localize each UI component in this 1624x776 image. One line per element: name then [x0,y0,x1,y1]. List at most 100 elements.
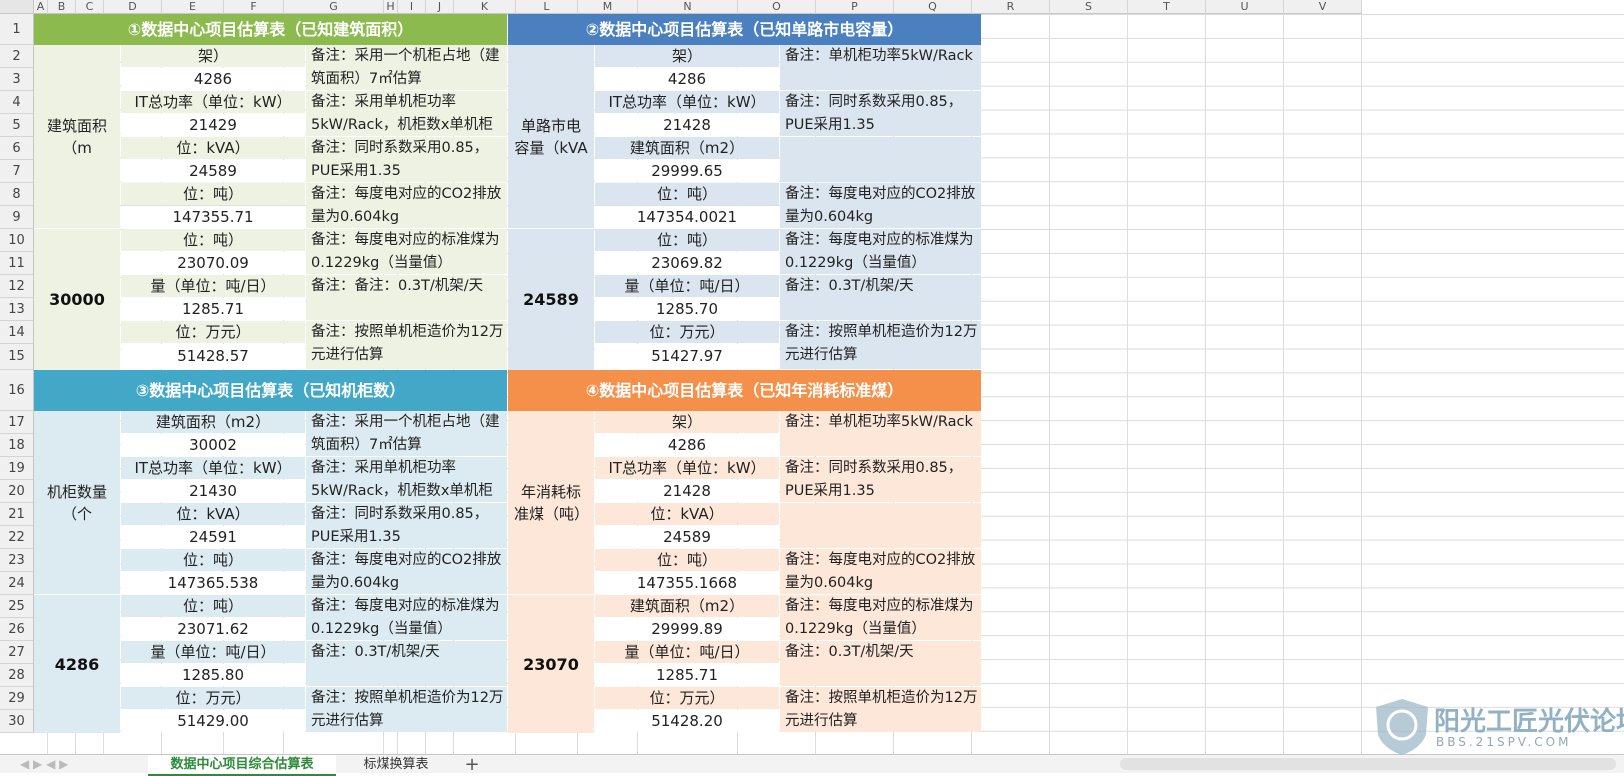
t2-row-value[interactable]: 29999.65 [595,160,779,182]
t1-row-value[interactable]: 4286 [121,68,305,90]
t1-row-value[interactable]: 1285.71 [121,298,305,320]
column-header-e[interactable]: E [162,0,224,14]
t3-row-note[interactable]: 备注：采用一个机柜占地（建筑面积）7㎡估算 [306,411,507,456]
t2-row-label[interactable]: 架） [595,45,779,67]
select-all-corner[interactable] [0,0,34,14]
t3-row-value[interactable]: 30002 [121,434,305,456]
column-header-k[interactable]: K [454,0,516,14]
column-header-u[interactable]: U [1206,0,1284,14]
t3-row-value[interactable]: 24591 [121,526,305,548]
t2-row-value[interactable]: 51427.97 [595,344,779,369]
column-header-d[interactable]: D [104,0,162,14]
row-header-22[interactable]: 22 [0,526,34,549]
t3-row-label[interactable]: 建筑面积（m2） [121,411,305,433]
t3-row-value[interactable]: 51429.00 [121,710,305,732]
t1-row-label[interactable]: 位：kVA） [121,137,305,159]
t4-row-label[interactable]: 位：吨） [595,549,779,571]
t3-row-label[interactable]: 量（单位：吨/日） [121,641,305,663]
row-header-19[interactable]: 19 [0,457,34,480]
t1-row-label[interactable]: 位：吨） [121,229,305,251]
t4-row-value[interactable]: 51428.20 [595,710,779,732]
t4-row-value[interactable]: 4286 [595,434,779,456]
t4-left-value[interactable]: 23070 [508,595,594,733]
row-header-9[interactable]: 9 [0,206,34,229]
row-header-23[interactable]: 23 [0,549,34,572]
t2-row-label[interactable]: 位：万元） [595,321,779,343]
row-header-11[interactable]: 11 [0,252,34,275]
column-header-n[interactable]: N [638,0,738,14]
t3-row-note[interactable]: 备注：按照单机柜造价为12万元进行估算 [306,687,507,732]
t1-row-label[interactable]: 位：万元） [121,321,305,343]
t4-row-value[interactable]: 29999.89 [595,618,779,640]
row-header-6[interactable]: 6 [0,137,34,160]
t4-row-label[interactable]: 建筑面积（m2） [595,595,779,617]
t4-row-label[interactable]: 量（单位：吨/日） [595,641,779,663]
t2-left-label[interactable]: 单路市电容量（kVA [508,45,594,229]
column-header-i[interactable]: I [398,0,426,14]
row-header-18[interactable]: 18 [0,434,34,457]
row-header-10[interactable]: 10 [0,229,34,252]
t4-row-note[interactable]: 备注：单机柜功率5kW/Rack [780,411,981,456]
t2-left-value[interactable]: 24589 [508,229,594,370]
tab-sheet-coal[interactable]: 标煤换算表 [338,755,454,774]
t3-left-value[interactable]: 4286 [34,595,120,733]
t2-row-value[interactable]: 4286 [595,68,779,90]
add-sheet-button[interactable]: + [460,755,484,774]
t2-row-note[interactable]: 备注：按照单机柜造价为12万元进行估算 [780,321,981,369]
row-header-28[interactable]: 28 [0,664,34,687]
column-header-b[interactable]: B [48,0,76,14]
t1-row-label[interactable]: 位：吨） [121,183,305,205]
column-header-v[interactable]: V [1284,0,1362,14]
row-header-7[interactable]: 7 [0,160,34,183]
column-header-t[interactable]: T [1128,0,1206,14]
t2-row-value[interactable]: 21428 [595,114,779,136]
t3-row-note[interactable]: 备注：每度电对应的标准煤为0.1229kg（当量值） [306,595,507,640]
row-header-5[interactable]: 5 [0,114,34,137]
column-header-a[interactable]: A [34,0,48,14]
t2-row-label[interactable]: 位：吨） [595,183,779,205]
t1-row-label[interactable]: IT总功率（单位：kW） [121,91,305,113]
t4-row-note[interactable]: 备注：每度电对应的标准煤为0.1229kg（当量值） [780,595,981,640]
t3-row-value[interactable]: 23071.62 [121,618,305,640]
row-header-25[interactable]: 25 [0,595,34,618]
t4-left-label[interactable]: 年消耗标准煤（吨） [508,411,594,595]
t2-row-note[interactable]: 备注：单机柜功率5kW/Rack [780,45,981,90]
t4-row-label[interactable]: 位：万元） [595,687,779,709]
t1-row-value[interactable]: 24589 [121,160,305,182]
t3-left-label[interactable]: 机柜数量（个 [34,411,120,595]
t3-row-value[interactable]: 147365.538 [121,572,305,594]
t4-row-label[interactable]: 架） [595,411,779,433]
column-header-g[interactable]: G [284,0,384,14]
t1-row-note[interactable]: 备注：每度电对应的标准煤为0.1229kg（当量值） [306,229,507,274]
column-header-o[interactable]: O [738,0,816,14]
row-header-24[interactable]: 24 [0,572,34,595]
t4-row-value[interactable]: 24589 [595,526,779,548]
column-header-l[interactable]: L [516,0,578,14]
column-header-q[interactable]: Q [894,0,972,14]
row-header-4[interactable]: 4 [0,91,34,114]
t2-title[interactable]: ②数据中心项目估算表（已知单路市电容量） [508,14,981,45]
column-header-f[interactable]: F [224,0,284,14]
t1-left-value[interactable]: 30000 [34,229,120,370]
t3-row-note[interactable]: 备注：0.3T/机架/天 [306,641,507,686]
horizontal-scrollbar[interactable] [1120,758,1616,770]
t4-row-note[interactable]: 备注：0.3T/机架/天 [780,641,981,686]
row-header-27[interactable]: 27 [0,641,34,664]
row-header-21[interactable]: 21 [0,503,34,526]
t2-row-note[interactable]: 备注：每度电对应的CO2排放量为0.604kg [780,183,981,228]
t2-row-note[interactable]: 备注：每度电对应的标准煤为0.1229kg（当量值） [780,229,981,274]
row-header-16[interactable]: 16 [0,370,34,411]
t4-row-note[interactable]: 备注：同时系数采用0.85，PUE采用1.35 [780,457,981,502]
t2-row-label[interactable]: 量（单位：吨/日） [595,275,779,297]
t4-title[interactable]: ④数据中心项目估算表（已知年消耗标准煤） [508,370,981,411]
t1-row-value[interactable]: 23070.09 [121,252,305,274]
row-header-15[interactable]: 15 [0,344,34,370]
t3-row-label[interactable]: 位：吨） [121,549,305,571]
column-header-c[interactable]: C [76,0,104,14]
t4-row-note[interactable]: 备注：按照单机柜造价为12万元进行估算 [780,687,981,732]
tab-nav-icon[interactable]: ◀ ▶ ◀ ▶ [20,755,68,774]
t2-row-value[interactable]: 147354.0021 [595,206,779,228]
row-header-13[interactable]: 13 [0,298,34,321]
t3-row-note[interactable]: 备注：每度电对应的CO2排放量为0.604kg [306,549,507,594]
t1-row-note[interactable]: 备注：按照单机柜造价为12万元进行估算 [306,321,507,369]
